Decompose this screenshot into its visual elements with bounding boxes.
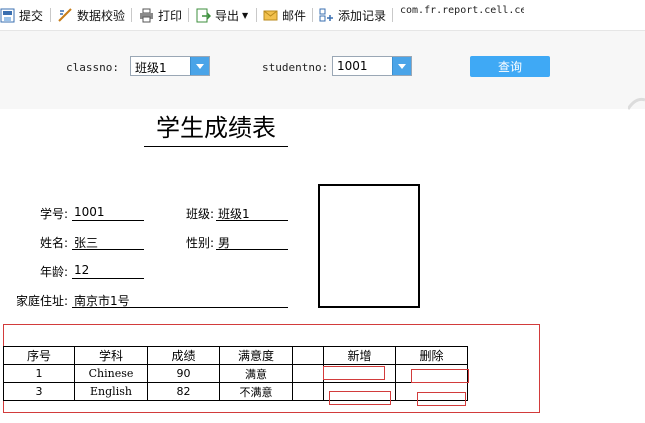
mail-icon [263, 10, 278, 20]
export-button[interactable]: 导出 ▼ [196, 0, 248, 30]
query-button[interactable]: 查询 [470, 56, 550, 77]
toolbar-separator [256, 8, 257, 22]
export-icon [196, 8, 211, 22]
add-record-icon [319, 8, 333, 21]
studentno-select[interactable]: 1001 [332, 56, 412, 76]
cell-satisfaction: 不满意 [219, 382, 293, 401]
validate-icon [58, 7, 72, 22]
cell-index: 3 [3, 382, 75, 401]
age-value: 12 [72, 263, 144, 279]
age-label: 年龄: [39, 265, 68, 279]
submit-label: 提交 [19, 8, 44, 23]
print-button[interactable]: 打印 [139, 0, 182, 30]
class-name-text: com.fr.report.cell.cellattr.core.ResultS [400, 5, 524, 16]
toolbar-separator [312, 8, 313, 22]
gender-value: 男 [216, 234, 288, 250]
validate-button[interactable]: 数据校验 [58, 0, 125, 30]
header-index: 序号 [3, 346, 75, 365]
mail-button[interactable]: 邮件 [263, 0, 306, 30]
photo-frame [318, 184, 420, 308]
cell-score: 82 [147, 382, 220, 401]
cell-subject: Chinese [74, 364, 148, 383]
header-subject: 学科 [74, 346, 148, 365]
cell-score: 90 [147, 364, 220, 383]
header-add: 新增 [323, 346, 396, 365]
toolbar-separator [392, 8, 393, 22]
print-icon [140, 8, 153, 22]
header-score: 成绩 [147, 346, 220, 365]
cell-index: 1 [3, 364, 75, 383]
classno-select[interactable]: 班级1 [130, 56, 210, 76]
studentno-label: studentno: [262, 61, 329, 74]
address-label: 家庭住址: [15, 294, 68, 308]
class-label: 班级: [185, 207, 214, 221]
chevron-down-icon[interactable] [190, 57, 209, 75]
mail-label: 邮件 [282, 8, 307, 23]
add-record-button[interactable]: 添加记录 [319, 0, 386, 30]
studentno-value: 1001 [337, 59, 368, 73]
chevron-down-icon[interactable] [392, 57, 411, 75]
table-header-row: 序号 学科 成绩 满意度 新增 删除 [3, 346, 468, 365]
toolbar-separator [131, 8, 132, 22]
print-label: 打印 [158, 8, 183, 23]
classno-label: classno: [66, 61, 119, 74]
submit-button[interactable]: 提交 [0, 0, 43, 30]
toolbar-separator [188, 8, 189, 22]
address-value: 南京市1号 [72, 292, 288, 308]
name-value: 张三 [72, 234, 144, 250]
add-record-label: 添加记录 [338, 8, 387, 23]
validate-label: 数据校验 [77, 8, 126, 23]
classno-value: 班级1 [135, 61, 167, 75]
name-label: 姓名: [39, 236, 68, 250]
cell-satisfaction: 满意 [219, 364, 293, 383]
score-table: 序号 学科 成绩 满意度 新增 删除 1 Chinese 90 满意 3 Eng… [3, 346, 468, 401]
gender-label: 性别: [185, 236, 214, 250]
export-label: 导出 [215, 8, 240, 23]
cell-empty [292, 364, 324, 383]
student-no-value: 1001 [72, 205, 144, 221]
table-row: 3 English 82 不满意 [3, 382, 468, 401]
submit-icon [0, 8, 15, 22]
class-value: 班级1 [216, 205, 288, 221]
toolbar-separator [50, 8, 51, 22]
table-row: 1 Chinese 90 满意 [3, 364, 468, 383]
panel-curve-decoration [628, 97, 645, 110]
report-title: 学生成绩表 [144, 112, 288, 147]
header-satisfaction: 满意度 [219, 346, 293, 365]
add-row-input[interactable] [329, 391, 391, 405]
cell-empty [292, 382, 324, 401]
header-empty [292, 346, 324, 365]
toolbar: 提交 数据校验 打印 导出 ▼ 邮件 添加记录 com.fr.report.ce… [0, 0, 645, 31]
add-row-input[interactable] [323, 366, 385, 380]
student-no-label: 学号: [39, 207, 68, 221]
delete-row-input[interactable] [411, 369, 469, 383]
cell-subject: English [74, 382, 148, 401]
header-delete: 删除 [395, 346, 468, 365]
chevron-down-icon: ▼ [242, 10, 249, 20]
delete-row-input[interactable] [417, 392, 466, 406]
